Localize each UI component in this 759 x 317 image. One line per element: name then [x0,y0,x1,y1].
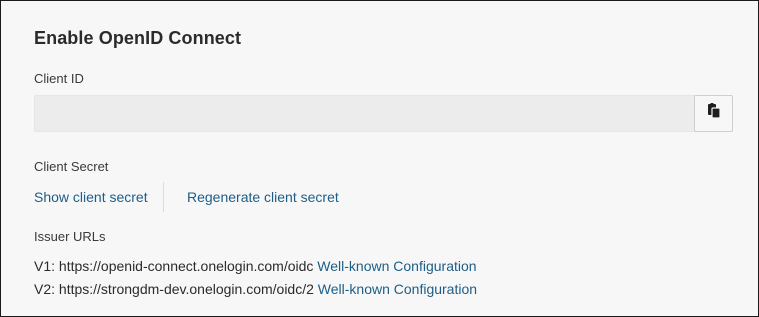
issuer-url-v2-row: V2: https://strongdm-dev.onelogin.com/oi… [34,281,477,297]
client-id-input[interactable] [35,96,695,131]
link-divider [163,182,164,212]
client-id-field-wrapper [34,95,733,132]
issuer-url-v1-row: V1: https://openid-connect.onelogin.com/… [34,258,477,274]
client-id-label: Client ID [34,71,84,86]
section-title: Enable OpenID Connect [34,28,242,48]
issuer-urls-label: Issuer URLs [34,229,106,244]
issuer-url-v2-text: V2: https://strongdm-dev.onelogin.com/oi… [34,281,314,297]
regenerate-client-secret-link[interactable]: Regenerate client secret [187,189,339,205]
well-known-config-v1-link[interactable]: Well-known Configuration [317,258,476,274]
issuer-url-v1-text: V1: https://openid-connect.onelogin.com/… [34,258,314,274]
openid-connect-panel: Enable OpenID Connect Client ID Client S… [0,0,759,317]
show-client-secret-link[interactable]: Show client secret [34,189,148,205]
copy-client-id-button[interactable] [694,95,733,132]
client-secret-label: Client Secret [34,159,109,174]
well-known-config-v2-link[interactable]: Well-known Configuration [318,281,477,297]
clipboard-icon [706,103,722,124]
